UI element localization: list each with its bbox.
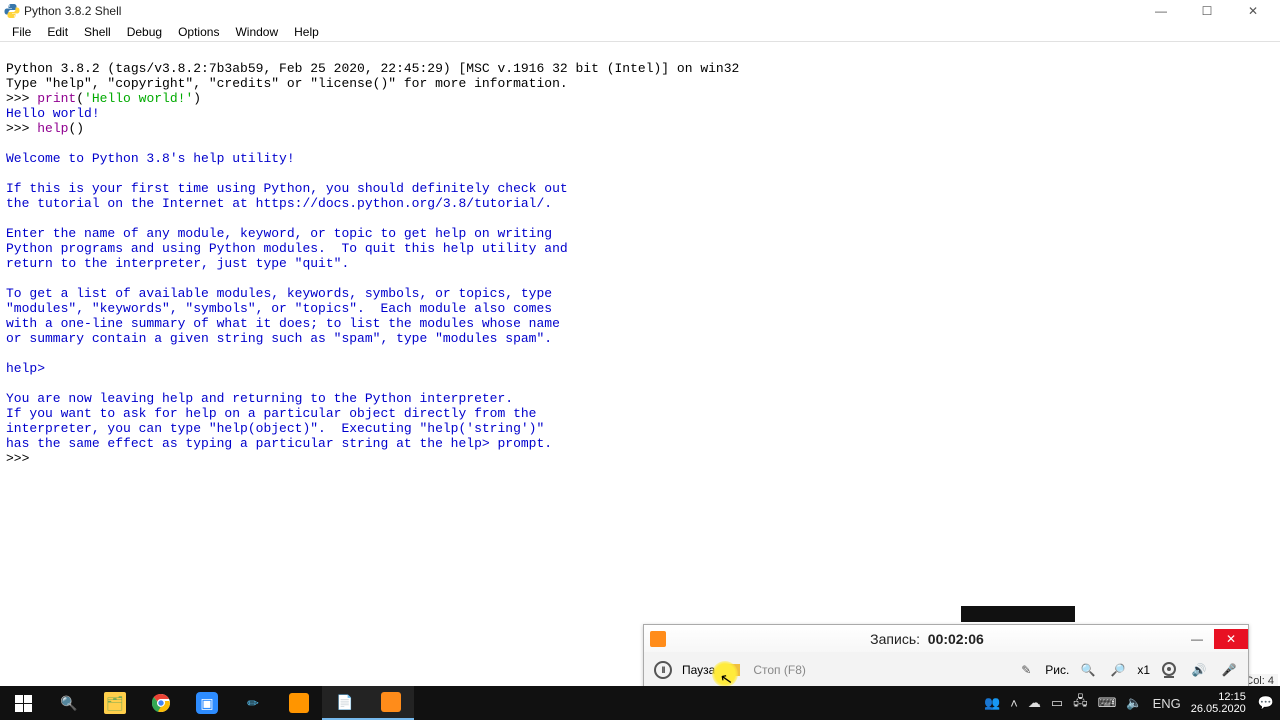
prompt: >>> bbox=[6, 451, 37, 466]
help-line: If this is your first time using Python,… bbox=[6, 181, 568, 211]
taskbar-app-orange[interactable] bbox=[276, 686, 322, 720]
webcam-icon[interactable] bbox=[1158, 659, 1180, 681]
zoom-level: x1 bbox=[1137, 663, 1150, 677]
help-line: If you want to ask for help on a particu… bbox=[6, 406, 552, 451]
help-line: Enter the name of any module, keyword, o… bbox=[6, 226, 568, 271]
tray-network-icon[interactable]: 🖧 bbox=[1073, 692, 1088, 714]
menu-window[interactable]: Window bbox=[227, 24, 286, 40]
pause-icon[interactable]: II bbox=[652, 659, 674, 681]
python-icon bbox=[4, 3, 20, 19]
paren: ( bbox=[76, 91, 84, 106]
tray-keyboard-icon[interactable]: ⌨ bbox=[1098, 695, 1117, 711]
maximize-button[interactable]: ☐ bbox=[1184, 0, 1230, 22]
shell-output[interactable]: Python 3.8.2 (tags/v3.8.2:7b3ab59, Feb 2… bbox=[0, 42, 1280, 470]
search-button[interactable]: 🔍 bbox=[46, 686, 92, 720]
prompt: >>> bbox=[6, 91, 37, 106]
taskbar-paint[interactable]: ✏ bbox=[230, 686, 276, 720]
tray-people-icon[interactable]: 👥 bbox=[984, 695, 1000, 711]
tray-volume-icon[interactable]: 🔈 bbox=[1126, 695, 1142, 711]
minimize-button[interactable]: — bbox=[1138, 0, 1184, 22]
pause-button[interactable]: Пауза bbox=[682, 663, 715, 677]
system-tray: 👥 ˄ ☁ ▭ 🖧 ⌨ 🔈 ENG 12:1526.05.2020 💬 bbox=[978, 691, 1280, 715]
recorder-window: Запись: 00:02:06 — ✕ II Пауза Стоп (F8) … bbox=[643, 624, 1249, 689]
tray-notifications-icon[interactable]: 💬 bbox=[1258, 695, 1274, 711]
func-name: help bbox=[37, 121, 68, 136]
recorder-minimize-button[interactable]: — bbox=[1180, 629, 1214, 649]
string-literal: 'Hello world!' bbox=[84, 91, 193, 106]
recorder-close-button[interactable]: ✕ bbox=[1214, 629, 1248, 649]
tray-onedrive-icon[interactable]: ☁ bbox=[1028, 695, 1041, 711]
banner-line: Type "help", "copyright", "credits" or "… bbox=[6, 76, 568, 91]
help-line: Welcome to Python 3.8's help utility! bbox=[6, 151, 295, 166]
draw-button[interactable]: Рис. bbox=[1045, 663, 1069, 677]
zoom-out-icon[interactable]: 🔎 bbox=[1107, 659, 1129, 681]
taskbar: 🔍 🗂 ▣ ✏ 📄 👥 ˄ ☁ ▭ 🖧 ⌨ 🔈 ENG 12:1526.05.2… bbox=[0, 686, 1280, 720]
paren: () bbox=[68, 121, 84, 136]
help-prompt: help> bbox=[6, 361, 53, 376]
prompt: >>> bbox=[6, 121, 37, 136]
taskbar-zoom[interactable]: ▣ bbox=[184, 686, 230, 720]
menu-edit[interactable]: Edit bbox=[39, 24, 76, 40]
tray-time: 12:15 bbox=[1218, 691, 1246, 703]
taskbar-chrome[interactable] bbox=[138, 686, 184, 720]
help-line: You are now leaving help and returning t… bbox=[6, 391, 513, 406]
help-line: To get a list of available modules, keyw… bbox=[6, 286, 560, 346]
menu-debug[interactable]: Debug bbox=[119, 24, 170, 40]
menu-file[interactable]: File bbox=[4, 24, 39, 40]
tray-clock[interactable]: 12:1526.05.2020 bbox=[1191, 691, 1248, 715]
menu-options[interactable]: Options bbox=[170, 24, 227, 40]
stop-button[interactable]: Стоп (F8) bbox=[753, 663, 806, 677]
close-button[interactable]: ✕ bbox=[1230, 0, 1276, 22]
stop-icon[interactable] bbox=[723, 659, 745, 681]
recorder-timer: 00:02:06 bbox=[928, 631, 984, 647]
recorder-titlebar[interactable]: Запись: 00:02:06 — ✕ bbox=[644, 625, 1248, 652]
recorder-title: Запись: 00:02:06 bbox=[674, 631, 1180, 647]
window-title: Python 3.8.2 Shell bbox=[24, 4, 121, 18]
microphone-icon[interactable]: 🎤 bbox=[1218, 659, 1240, 681]
recorder-label: Запись: bbox=[870, 631, 920, 647]
menu-bar: File Edit Shell Debug Options Window Hel… bbox=[0, 22, 1280, 42]
stop-label: Стоп bbox=[753, 663, 780, 677]
tray-date: 26.05.2020 bbox=[1191, 703, 1246, 715]
tooltip-strip bbox=[961, 606, 1075, 622]
tray-chevron-up-icon[interactable]: ˄ bbox=[1010, 696, 1018, 711]
func-name: print bbox=[37, 91, 76, 106]
taskbar-recorder[interactable] bbox=[368, 686, 414, 720]
menu-shell[interactable]: Shell bbox=[76, 24, 119, 40]
zoom-in-icon[interactable]: 🔍 bbox=[1077, 659, 1099, 681]
start-button[interactable] bbox=[0, 686, 46, 720]
stdout-line: Hello world! bbox=[6, 106, 100, 121]
banner-line: Python 3.8.2 (tags/v3.8.2:7b3ab59, Feb 2… bbox=[6, 61, 739, 76]
recorder-app-icon bbox=[650, 631, 666, 647]
tray-battery-icon[interactable]: ▭ bbox=[1051, 695, 1063, 711]
speaker-icon[interactable]: 🔊 bbox=[1188, 659, 1210, 681]
paren: ) bbox=[193, 91, 201, 106]
pencil-icon[interactable]: ✎ bbox=[1015, 659, 1037, 681]
titlebar: Python 3.8.2 Shell — ☐ ✕ bbox=[0, 0, 1280, 22]
taskbar-idle[interactable]: 📄 bbox=[322, 686, 368, 720]
menu-help[interactable]: Help bbox=[286, 24, 327, 40]
tray-language[interactable]: ENG bbox=[1153, 696, 1181, 711]
taskbar-explorer[interactable]: 🗂 bbox=[92, 686, 138, 720]
stop-shortcut: (F8) bbox=[784, 663, 806, 677]
